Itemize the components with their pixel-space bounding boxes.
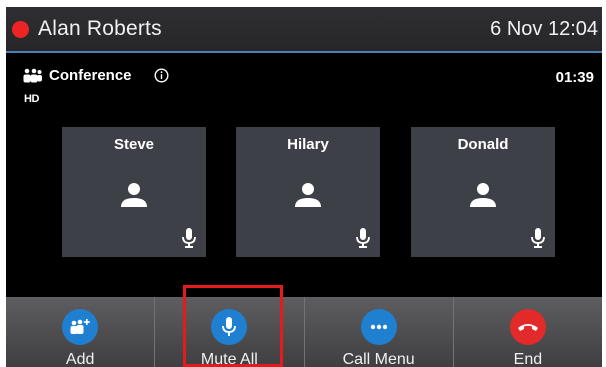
participant-tile[interactable]: Steve <box>62 127 206 257</box>
presence-status-icon <box>12 20 29 38</box>
phone-screen: Alan Roberts 6 Nov 12:04 Conference HD 0… <box>6 7 602 367</box>
call-menu-button-label: Call Menu <box>342 351 415 367</box>
end-call-button[interactable]: End <box>454 297 602 367</box>
add-button-circle <box>62 309 99 345</box>
end-call-icon <box>517 324 538 331</box>
more-icon <box>370 324 387 330</box>
avatar-icon <box>470 183 496 207</box>
info-icon[interactable] <box>154 68 169 83</box>
end-call-button-label: End <box>513 351 543 367</box>
date-time: 6 Nov 12:04 <box>490 17 598 40</box>
add-button-label: Add <box>65 351 95 367</box>
participant-tile[interactable]: Donald <box>411 127 555 257</box>
status-bar: Alan Roberts 6 Nov 12:04 <box>6 7 602 53</box>
caller-name: Alan Roberts <box>38 17 162 40</box>
call-menu-button[interactable]: Call Menu <box>305 297 454 367</box>
participant-name: Hilary <box>287 136 329 153</box>
add-participant-icon <box>70 319 90 334</box>
hd-audio-badge: HD <box>24 93 39 105</box>
microphone-icon <box>356 228 370 248</box>
participant-name: Steve <box>113 136 155 153</box>
add-button[interactable]: Add <box>6 297 156 367</box>
end-call-button-circle <box>509 309 546 345</box>
conference-header: Conference <box>22 67 169 84</box>
call-timer: 01:39 <box>555 69 594 86</box>
softkey-bar: Add Mute All Call Menu End <box>6 297 602 367</box>
participant-tile[interactable]: Hilary <box>236 127 380 257</box>
conference-title: Conference <box>49 67 132 84</box>
conference-icon <box>23 68 42 82</box>
avatar-icon <box>295 183 321 207</box>
avatar-icon <box>121 183 147 207</box>
microphone-icon <box>531 228 545 248</box>
call-menu-button-circle <box>360 309 397 345</box>
mute-all-highlight <box>183 285 283 367</box>
participant-name: Donald <box>457 136 509 153</box>
microphone-icon <box>182 228 196 248</box>
